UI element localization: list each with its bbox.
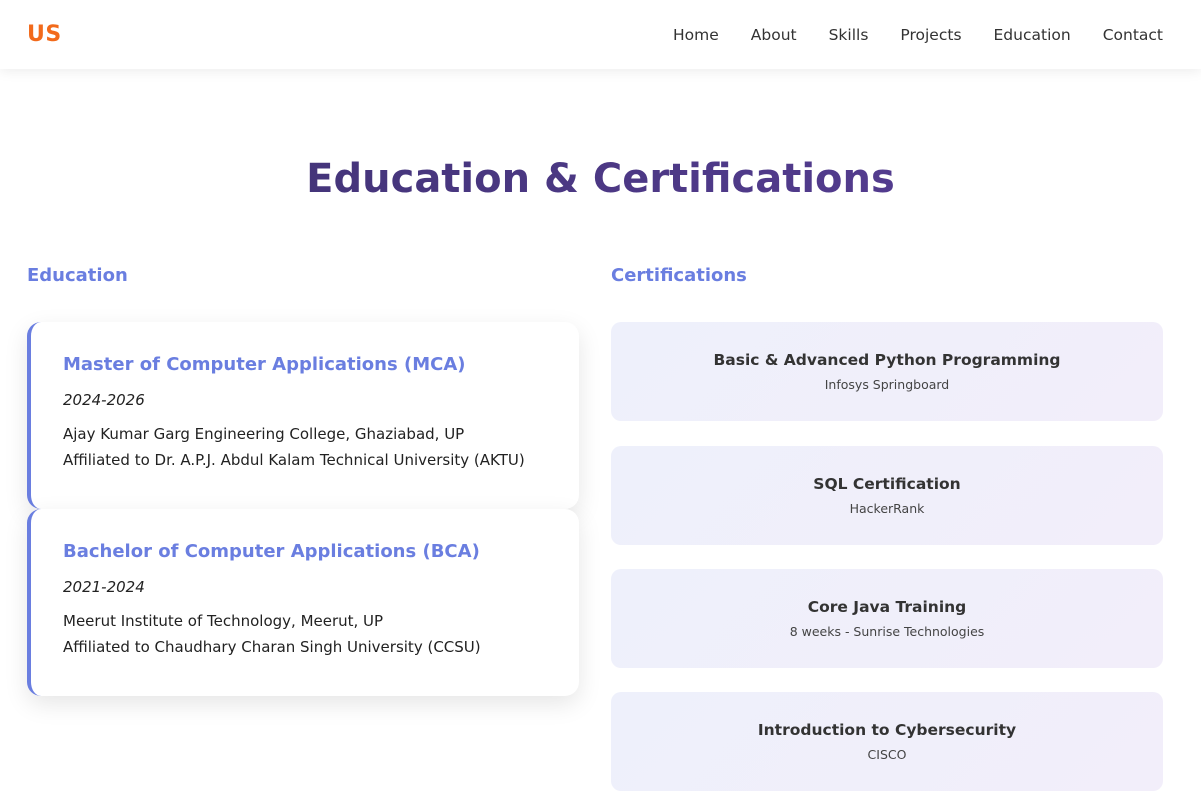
certification-title: Core Java Training xyxy=(807,598,967,616)
site-logo[interactable]: US xyxy=(27,22,62,47)
navbar: US Home About Skills Projects Education … xyxy=(0,0,1201,69)
degree-institution: Meerut Institute of Technology, Meerut, … xyxy=(63,612,384,630)
nav-link-home[interactable]: Home xyxy=(673,26,719,44)
degree-affiliation: Affiliated to Dr. A.P.J. Abdul Kalam Tec… xyxy=(63,451,525,469)
nav-link-contact[interactable]: Contact xyxy=(1103,26,1163,44)
certifications-heading: Certifications xyxy=(611,265,747,286)
certification-issuer: Infosys Springboard xyxy=(824,377,950,392)
section-title: Education & Certifications xyxy=(0,156,1201,202)
certification-card-java: Core Java Training 8 weeks - Sunrise Tec… xyxy=(611,569,1163,668)
certification-title: Basic & Advanced Python Programming xyxy=(713,351,1061,369)
degree-institution: Ajay Kumar Garg Engineering College, Gha… xyxy=(63,425,465,443)
degree-years: 2021-2024 xyxy=(63,578,145,596)
education-heading: Education xyxy=(27,265,128,286)
degree-title: Bachelor of Computer Applications (BCA) xyxy=(63,541,480,562)
education-card-mca: Master of Computer Applications (MCA) 20… xyxy=(27,322,579,509)
nav-links: Home About Skills Projects Education Con… xyxy=(673,26,1163,44)
certification-card-cybersecurity: Introduction to Cybersecurity CISCO xyxy=(611,692,1163,791)
certification-card-python: Basic & Advanced Python Programming Info… xyxy=(611,322,1163,421)
nav-link-education[interactable]: Education xyxy=(994,26,1071,44)
nav-link-about[interactable]: About xyxy=(751,26,797,44)
degree-years: 2024-2026 xyxy=(63,391,145,409)
certification-issuer: CISCO xyxy=(867,747,907,762)
certification-issuer: HackerRank xyxy=(849,501,925,516)
certification-title: Introduction to Cybersecurity xyxy=(757,721,1017,739)
nav-link-projects[interactable]: Projects xyxy=(900,26,961,44)
degree-title: Master of Computer Applications (MCA) xyxy=(63,354,466,375)
certification-card-sql: SQL Certification HackerRank xyxy=(611,446,1163,545)
certification-title: SQL Certification xyxy=(813,475,961,493)
education-card-bca: Bachelor of Computer Applications (BCA) … xyxy=(27,509,579,696)
certification-issuer: 8 weeks - Sunrise Technologies xyxy=(789,624,985,639)
nav-link-skills[interactable]: Skills xyxy=(829,26,869,44)
degree-affiliation: Affiliated to Chaudhary Charan Singh Uni… xyxy=(63,638,481,656)
